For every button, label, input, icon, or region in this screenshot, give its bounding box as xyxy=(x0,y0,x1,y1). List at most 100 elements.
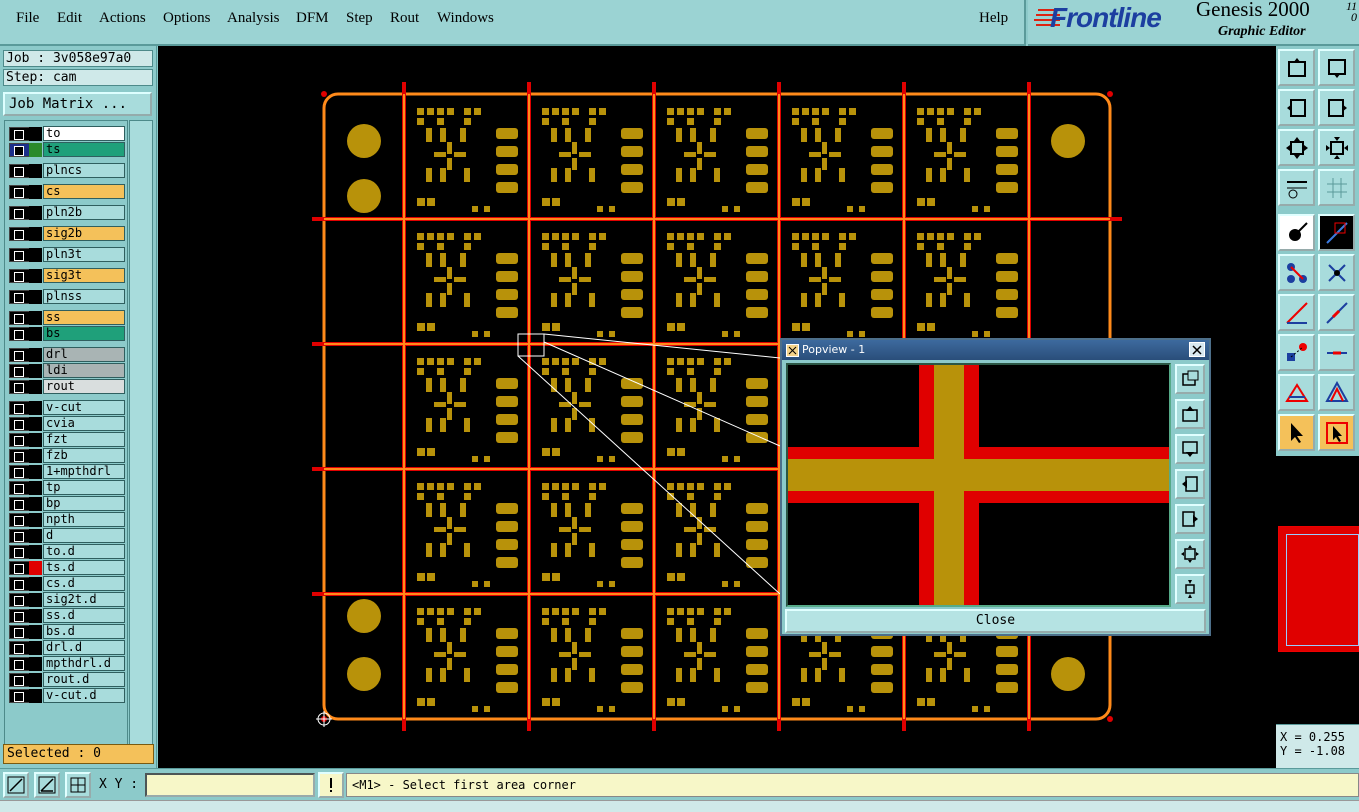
layer-visibility-checkbox[interactable] xyxy=(9,561,31,575)
layer-name[interactable]: drl.d xyxy=(43,640,125,655)
edit-surface-icon[interactable] xyxy=(1318,374,1355,411)
window-menu-icon[interactable] xyxy=(786,344,799,357)
alert-icon[interactable] xyxy=(318,772,344,798)
layer-row-pln2b[interactable]: pln2b xyxy=(7,205,127,220)
layer-name[interactable]: npth xyxy=(43,512,125,527)
layer-visibility-checkbox[interactable] xyxy=(9,143,31,157)
layer-row-plncs[interactable]: plncs xyxy=(7,163,127,178)
close-icon[interactable] xyxy=(1189,342,1205,357)
layer-name[interactable]: 1+mpthdrl xyxy=(43,464,125,479)
layer-visibility-checkbox[interactable] xyxy=(9,127,31,141)
menu-help[interactable]: Help xyxy=(979,10,1008,27)
layer-name[interactable]: ts xyxy=(43,142,125,157)
menu-dfm[interactable]: DFM xyxy=(296,10,329,27)
layer-row-ss.d[interactable]: ss.d xyxy=(7,608,127,623)
layer-row-ss[interactable]: ss xyxy=(7,310,127,325)
popview-zoomed-view[interactable] xyxy=(786,363,1171,607)
layer-visibility-checkbox[interactable] xyxy=(9,689,31,703)
layer-row-to[interactable]: to xyxy=(7,126,127,141)
layer-visibility-checkbox[interactable] xyxy=(9,529,31,543)
layer-name[interactable]: fzb xyxy=(43,448,125,463)
layer-visibility-checkbox[interactable] xyxy=(9,641,31,655)
layer-visibility-checkbox[interactable] xyxy=(9,248,31,262)
layer-row-sig2b[interactable]: sig2b xyxy=(7,226,127,241)
layer-row-rout.d[interactable]: rout.d xyxy=(7,672,127,687)
popview-zoom-in-icon[interactable] xyxy=(1175,364,1205,394)
add-surface-icon[interactable] xyxy=(1278,374,1315,411)
layer-row-fzt[interactable]: fzt xyxy=(7,432,127,447)
layer-name[interactable]: pln3t xyxy=(43,247,125,262)
layer-row-ldi[interactable]: ldi xyxy=(7,363,127,378)
layer-name[interactable]: v-cut xyxy=(43,400,125,415)
layer-name[interactable]: sig3t xyxy=(43,268,125,283)
layer-visibility-checkbox[interactable] xyxy=(9,185,31,199)
layer-visibility-checkbox[interactable] xyxy=(9,481,31,495)
layer-scrollbar[interactable] xyxy=(129,120,153,760)
layer-visibility-checkbox[interactable] xyxy=(9,497,31,511)
layer-name[interactable]: plnss xyxy=(43,289,125,304)
layer-row-bs[interactable]: bs xyxy=(7,326,127,341)
layer-row-drl.d[interactable]: drl.d xyxy=(7,640,127,655)
layer-visibility-checkbox[interactable] xyxy=(9,348,31,362)
layer-visibility-checkbox[interactable] xyxy=(9,577,31,591)
layer-row-to.d[interactable]: to.d xyxy=(7,544,127,559)
xy-input[interactable] xyxy=(145,773,315,797)
snap-diagonal-icon[interactable] xyxy=(3,772,29,798)
menu-analysis[interactable]: Analysis xyxy=(227,10,280,27)
layer-row-bs.d[interactable]: bs.d xyxy=(7,624,127,639)
menu-rout[interactable]: Rout xyxy=(390,10,419,27)
popview-pan-right-icon[interactable] xyxy=(1175,504,1205,534)
layer-name[interactable]: cs.d xyxy=(43,576,125,591)
menu-file[interactable]: File xyxy=(16,10,39,27)
layer-name[interactable]: rout xyxy=(43,379,125,394)
layer-row-ts.d[interactable]: ts.d xyxy=(7,560,127,575)
layer-visibility-checkbox[interactable] xyxy=(9,327,31,341)
layer-name[interactable]: cvia xyxy=(43,416,125,431)
layer-visibility-checkbox[interactable] xyxy=(9,433,31,447)
pan-left-icon[interactable] xyxy=(1278,89,1315,126)
layer-visibility-checkbox[interactable] xyxy=(9,673,31,687)
layer-name[interactable]: ss xyxy=(43,310,125,325)
layer-visibility-checkbox[interactable] xyxy=(9,401,31,415)
layer-row-mpthdrl.d[interactable]: mpthdrl.d xyxy=(7,656,127,671)
layer-row-sig2t.d[interactable]: sig2t.d xyxy=(7,592,127,607)
layer-visibility-checkbox[interactable] xyxy=(9,206,31,220)
layer-row-cvia[interactable]: cvia xyxy=(7,416,127,431)
layer-name[interactable]: plncs xyxy=(43,163,125,178)
layer-row-v-cut.d[interactable]: v-cut.d xyxy=(7,688,127,703)
select-feature-icon[interactable] xyxy=(1278,214,1315,251)
layer-visibility-checkbox[interactable] xyxy=(9,593,31,607)
popview-pan-left-icon[interactable] xyxy=(1175,469,1205,499)
layer-row-1+mpthdrl[interactable]: 1+mpthdrl xyxy=(7,464,127,479)
layer-name[interactable]: ldi xyxy=(43,363,125,378)
layer-name[interactable]: bp xyxy=(43,496,125,511)
snap-grid-icon[interactable] xyxy=(65,772,91,798)
split-line-icon[interactable] xyxy=(1318,334,1355,371)
layer-name[interactable]: ss.d xyxy=(43,608,125,623)
layer-visibility-checkbox[interactable] xyxy=(9,465,31,479)
layer-visibility-checkbox[interactable] xyxy=(9,311,31,325)
layer-name[interactable]: bs.d xyxy=(43,624,125,639)
layer-name[interactable]: bs xyxy=(43,326,125,341)
layer-row-cs[interactable]: cs xyxy=(7,184,127,199)
popview-pan-up-icon[interactable] xyxy=(1175,399,1205,429)
layer-name[interactable]: tp xyxy=(43,480,125,495)
layer-row-npth[interactable]: npth xyxy=(7,512,127,527)
layer-name[interactable]: v-cut.d xyxy=(43,688,125,703)
layer-name[interactable]: rout.d xyxy=(43,672,125,687)
layer-name[interactable]: pln2b xyxy=(43,205,125,220)
pan-right-icon[interactable] xyxy=(1318,89,1355,126)
layer-name[interactable]: sig2b xyxy=(43,226,125,241)
popview-zoom-home-icon[interactable] xyxy=(1175,574,1205,604)
job-matrix-button[interactable]: Job Matrix ... xyxy=(3,92,152,116)
layer-visibility-checkbox[interactable] xyxy=(9,290,31,304)
draw-line-icon[interactable] xyxy=(1318,214,1355,251)
add-line-icon[interactable] xyxy=(1278,294,1315,331)
layer-visibility-checkbox[interactable] xyxy=(9,164,31,178)
layer-visibility-checkbox[interactable] xyxy=(9,380,31,394)
pointer-icon[interactable] xyxy=(1278,414,1315,451)
layer-visibility-checkbox[interactable] xyxy=(9,364,31,378)
layer-visibility-checkbox[interactable] xyxy=(9,657,31,671)
layer-row-cs.d[interactable]: cs.d xyxy=(7,576,127,591)
menu-windows[interactable]: Windows xyxy=(437,10,494,27)
